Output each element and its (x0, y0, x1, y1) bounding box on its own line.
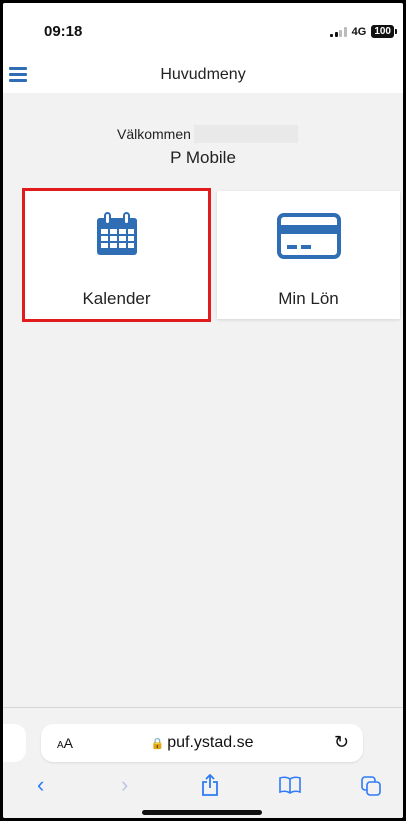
salary-tile-label: Min Lön (278, 289, 339, 308)
welcome-name: P Mobile (170, 148, 236, 167)
status-indicators: 4G 100 (330, 25, 397, 38)
back-icon[interactable]: ‹ (37, 772, 44, 798)
reload-icon[interactable]: ↻ (334, 732, 349, 753)
phone-screen: 09:18 4G 100 Huvudmeny Välkommen P Mobil… (3, 3, 403, 818)
app-header: Huvudmeny (3, 59, 403, 93)
address-bar[interactable]: AA 🔒 puf.ystad.se ↻ (41, 724, 363, 762)
page-title: Huvudmeny (160, 66, 246, 83)
calendar-icon (96, 212, 137, 255)
url-display[interactable]: 🔒 puf.ystad.se (41, 734, 363, 752)
home-indicator (142, 810, 262, 815)
calendar-tile[interactable]: Kalender (22, 188, 211, 322)
calendar-tile-label: Kalender (82, 289, 151, 308)
previous-tab-stub (3, 724, 26, 762)
battery-tip (395, 29, 397, 34)
credit-card-icon (276, 213, 341, 259)
redacted-username (193, 125, 298, 143)
tabs-icon[interactable] (361, 776, 381, 796)
welcome-label: Välkommen (117, 126, 191, 142)
share-icon[interactable] (201, 774, 219, 796)
bookmarks-icon[interactable] (279, 776, 301, 794)
signal-icon (330, 26, 347, 37)
url-text: puf.ystad.se (167, 734, 254, 751)
forward-icon[interactable]: › (121, 772, 128, 798)
welcome-row: Välkommen (117, 125, 298, 143)
network-label: 4G (351, 25, 367, 38)
status-time: 09:18 (44, 23, 83, 40)
salary-tile[interactable]: Min Lön (217, 191, 400, 319)
status-bar: 09:18 4G 100 (3, 3, 403, 59)
browser-bottom-bar: AA 🔒 puf.ystad.se ↻ ‹ › (3, 707, 403, 818)
battery-icon: 100 (371, 25, 394, 38)
lock-icon: 🔒 (150, 738, 165, 750)
browser-toolbar: ‹ › (3, 768, 403, 804)
